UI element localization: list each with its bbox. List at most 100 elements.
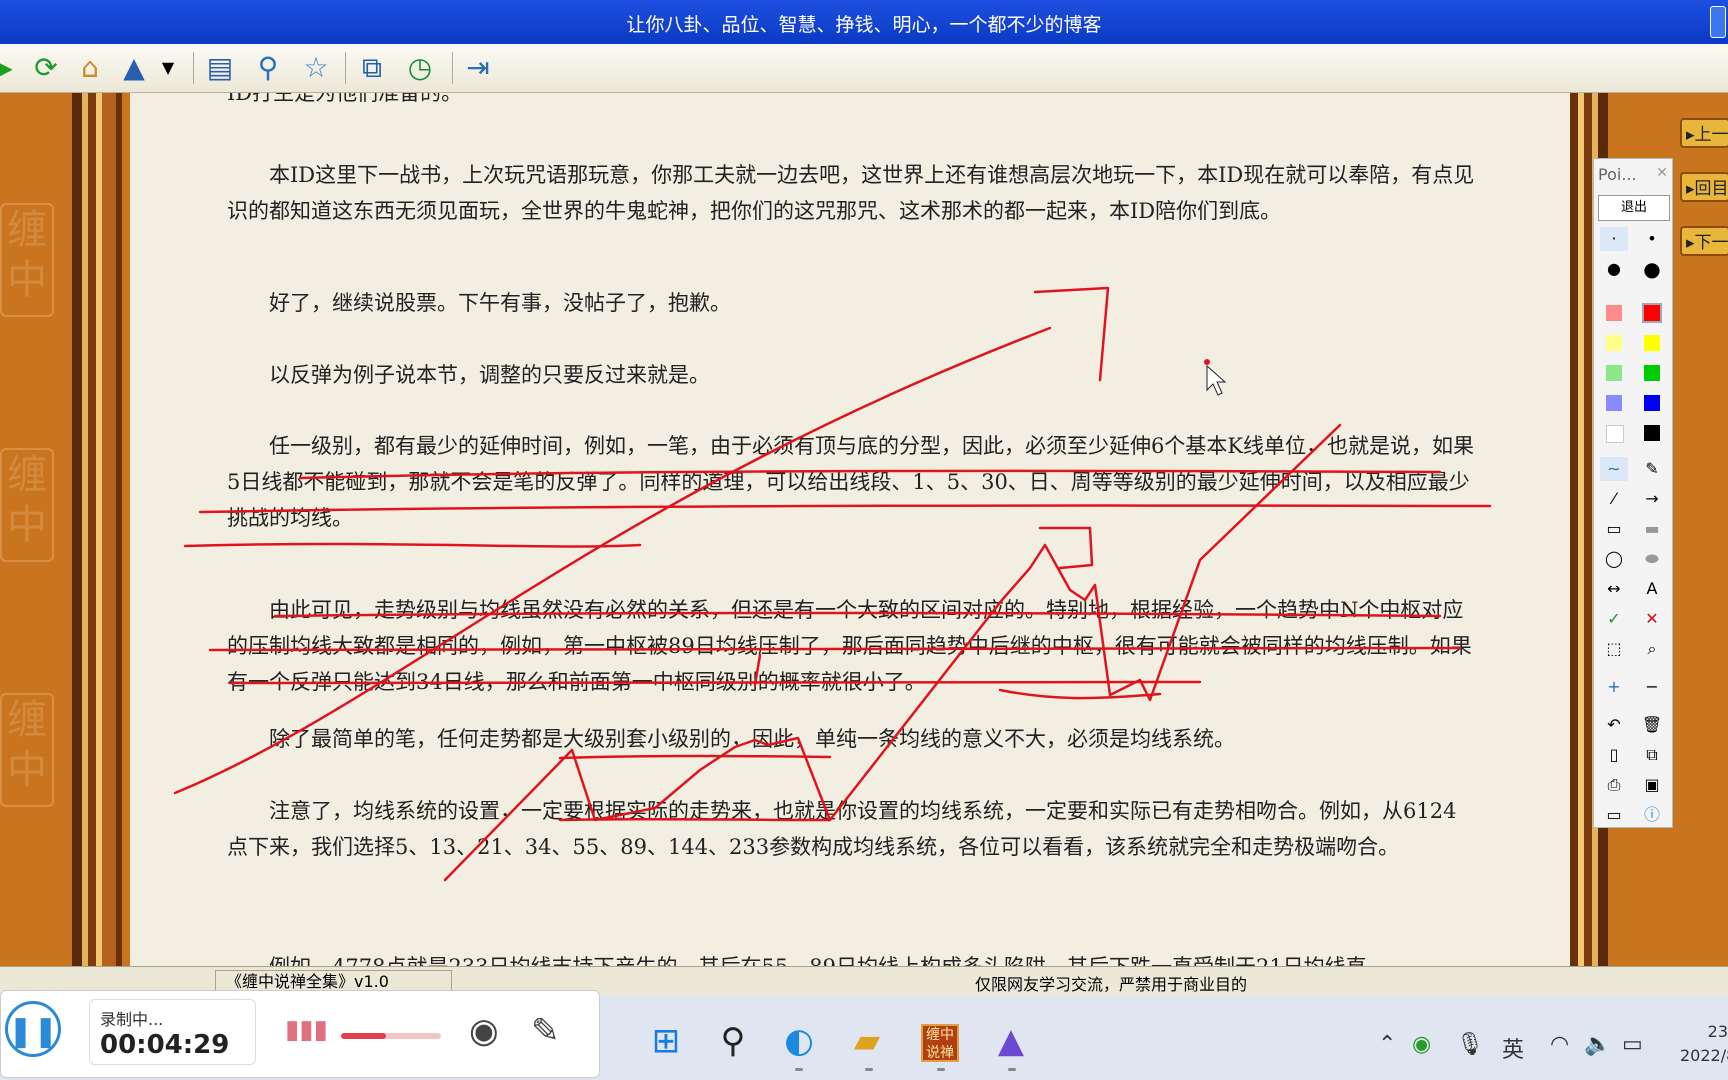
photos-app-icon[interactable]: ▲ [990, 1020, 1032, 1062]
rectangle-tool-icon[interactable]: ▭ [1600, 517, 1628, 541]
freehand-pen-icon[interactable]: ∼ [1600, 457, 1628, 481]
line-tool-icon[interactable]: ⁄ [1600, 487, 1628, 511]
copy-icon[interactable]: ⧉ [1638, 743, 1666, 767]
edge-browser-icon[interactable]: ◐ [778, 1020, 820, 1062]
webcam-icon[interactable]: ◉ [469, 1011, 499, 1051]
toolbar-separator [193, 52, 194, 84]
window-titlebar: 让你八卦、品位、智慧、挣钱、明心，一个都不少的博客 [0, 0, 1728, 44]
article-paragraph: 任一级别，都有最少的延伸时间，例如，一笔，由于必须有顶与底的分型，因此，必须至少… [227, 434, 1475, 530]
color-white-swatch[interactable] [1606, 425, 1624, 443]
color-yellow-swatch[interactable] [1644, 335, 1660, 351]
pillar-stripe [116, 93, 122, 966]
save-icon[interactable]: ▣ [1638, 773, 1666, 797]
cross-icon[interactable]: ✕ [1638, 607, 1666, 631]
dropdown-icon[interactable]: ▼ [158, 52, 178, 84]
screen-icon[interactable]: ▭ [1600, 803, 1628, 827]
pause-button[interactable]: ❚❚ [5, 1001, 61, 1057]
filled-ellipse-icon[interactable]: ⬬ [1638, 547, 1666, 571]
seal-watermark: 缠中 [0, 448, 54, 562]
system-clock[interactable]: 23 2022/8 [1680, 1020, 1728, 1068]
pen-size-small-icon[interactable]: · [1600, 227, 1628, 251]
pen-size-medium-icon[interactable]: • [1638, 227, 1666, 251]
check-icon[interactable]: ✓ [1600, 607, 1628, 631]
pen-size-xlarge-icon[interactable]: ● [1638, 257, 1666, 281]
tree-icon[interactable]: ▲ [118, 52, 150, 84]
color-light-green-swatch[interactable] [1606, 365, 1622, 381]
running-indicator [865, 1068, 873, 1071]
wifi-icon[interactable]: ◠ [1550, 1032, 1569, 1057]
print-icon[interactable]: ⎙ [1600, 773, 1628, 797]
text-tool-icon[interactable]: A [1638, 577, 1666, 601]
color-red-swatch[interactable] [1642, 303, 1662, 323]
close-icon[interactable]: ✕ [1656, 165, 1668, 181]
running-indicator [937, 1068, 945, 1071]
search-icon[interactable]: ⚲ [252, 52, 284, 84]
new-page-icon[interactable]: ▯ [1600, 743, 1628, 767]
article-page: ID打主是为他们准备的。 本ID这里下一战书，上次玩咒语那玩意，你那工夫就一边去… [130, 93, 1570, 966]
color-light-yellow-swatch[interactable] [1606, 335, 1622, 351]
reader-app-icon[interactable]: 缠中说禅 [921, 1024, 959, 1062]
history-icon[interactable]: ◷ [404, 52, 436, 84]
minus-icon[interactable]: − [1638, 675, 1666, 699]
article-paragraph: 本ID这里下一战书，上次玩咒语那玩意，你那工夫就一边去吧，这世界上还有谁想高层次… [227, 163, 1475, 223]
select-area-icon[interactable]: ⬚ [1600, 637, 1628, 661]
pencil-icon[interactable]: ✎ [531, 1011, 560, 1051]
prev-chapter-button[interactable]: ▸上一 [1680, 118, 1728, 148]
prev-chapter-label: 上一 [1694, 125, 1728, 145]
contents-icon[interactable]: ▤ [204, 52, 236, 84]
search-icon[interactable]: ⚲ [712, 1020, 754, 1062]
running-indicator [795, 1068, 803, 1071]
chevron-up-icon[interactable]: ⌃ [1378, 1032, 1396, 1057]
speaker-icon[interactable]: 🔈 [1584, 1032, 1611, 1057]
minimize-button[interactable] [1710, 6, 1726, 38]
color-green-swatch[interactable] [1644, 365, 1660, 381]
volume-slider-fill [341, 1033, 386, 1039]
home-icon[interactable]: ⌂ [74, 52, 106, 84]
input-method-indicator[interactable]: 英 [1502, 1032, 1524, 1064]
filled-rectangle-icon[interactable]: ▬ [1638, 517, 1666, 541]
volume-slider[interactable] [341, 1033, 441, 1039]
toolbar-separator [345, 52, 346, 84]
window-title: 让你八卦、品位、智慧、挣钱、明心，一个都不少的博客 [626, 14, 1102, 36]
exit-icon[interactable]: ⇥ [462, 52, 494, 84]
zoom-icon[interactable]: ⌕ [1638, 637, 1666, 661]
microphone-icon[interactable]: 🎙 [1456, 1032, 1484, 1057]
undo-icon[interactable]: ↶ [1600, 713, 1628, 737]
security-shield-icon[interactable]: ◉ [1412, 1032, 1431, 1057]
clock-date: 2022/8 [1680, 1046, 1728, 1065]
ellipse-tool-icon[interactable]: ◯ [1600, 547, 1628, 571]
next-chapter-button[interactable]: ▸下一 [1680, 226, 1728, 256]
seal-watermark: 缠中 [0, 203, 54, 317]
exit-button[interactable]: 退出 [1598, 195, 1670, 221]
fullscreen-icon[interactable]: ⧉ [356, 52, 388, 84]
favorites-icon[interactable]: ☆ [300, 52, 332, 84]
color-light-red-swatch[interactable] [1606, 305, 1622, 321]
article-paragraph: ID打主是为他们准备的。 [227, 93, 463, 105]
eraser-icon[interactable]: ✎ [1638, 457, 1666, 481]
color-black-swatch[interactable] [1644, 425, 1660, 441]
info-icon[interactable]: ⓘ [1638, 803, 1666, 827]
recording-timer: 00:04:29 [100, 1030, 230, 1060]
article-paragraph: 除了最简单的笔，任何走势都是大级别套小级别的，因此，单纯一条均线的意义不大，必须… [269, 727, 1235, 751]
arrow-tool-icon[interactable]: → [1638, 487, 1666, 511]
trash-icon[interactable]: 🗑 [1638, 713, 1666, 737]
pen-tool-palette: Poi... ✕ 退出 · • ● ● ∼ ✎ ⁄ → ▭ ▬ ◯ ⬬ ↔ A … [1593, 158, 1673, 828]
pen-size-large-icon[interactable]: ● [1600, 257, 1628, 281]
palette-title: Poi... [1598, 165, 1637, 184]
article-paragraph: 例如，4778点就是233日均线支持下产生的，其后在55、89日均线上构成多头陷… [227, 949, 1477, 966]
back-to-contents-label: 回目 [1694, 179, 1728, 199]
start-menu-icon[interactable]: ⊞ [645, 1020, 687, 1062]
color-blue-swatch[interactable] [1644, 395, 1660, 411]
article-paragraph: 由此可见，走势级别与均线虽然没有必然的关系，但还是有一个大致的区间对应的。特别地… [227, 598, 1472, 694]
refresh-icon[interactable]: ⟳ [30, 52, 62, 84]
double-arrow-icon[interactable]: ↔ [1600, 577, 1628, 601]
forward-icon[interactable]: ▶ [0, 52, 18, 84]
battery-icon[interactable]: ▭ [1622, 1032, 1643, 1057]
seal-watermark: 缠中 [0, 693, 54, 807]
article-paragraph: 注意了，均线系统的设置，一定要根据实际的走势来，也就是你设置的均线系统，一定要和… [227, 799, 1457, 859]
reader-app-label: 缠中说禅 [926, 1027, 954, 1061]
color-light-blue-swatch[interactable] [1606, 395, 1622, 411]
file-explorer-icon[interactable]: ▰ [846, 1020, 888, 1062]
back-to-contents-button[interactable]: ▸回目 [1680, 172, 1728, 202]
plus-icon[interactable]: + [1600, 675, 1628, 699]
